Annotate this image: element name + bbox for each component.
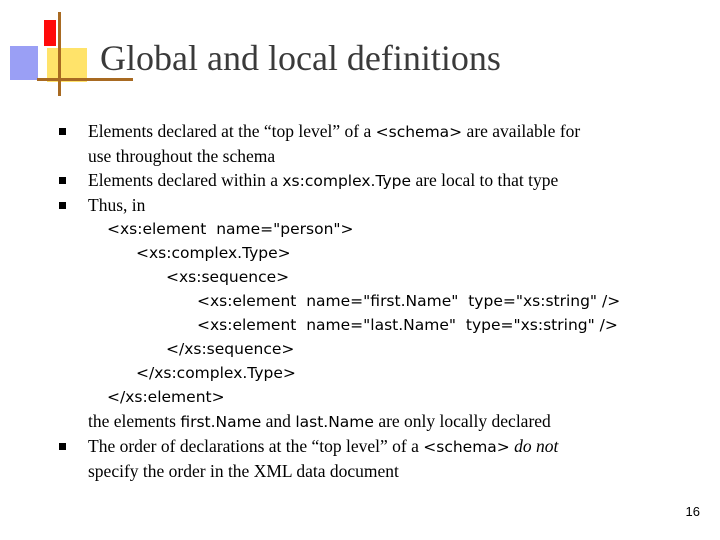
bullet-item: Elements declared at the “top level” of … <box>56 119 696 144</box>
code-inline: last.Name <box>295 413 374 431</box>
code-line: </xs:element> <box>107 388 225 406</box>
decor-blue-square <box>10 46 38 80</box>
bullet-square-icon <box>59 177 66 184</box>
bullet-item: Thus, in <box>56 193 696 217</box>
code-line: <xs:element name="first.Name" type="xs:s… <box>197 292 621 310</box>
bullet-text: and <box>261 411 296 431</box>
bullet-item: The order of declarations at the “top le… <box>56 434 696 459</box>
bullet-square-icon <box>59 128 66 135</box>
code-line: <xs:element name="person"> <box>107 220 354 238</box>
bullet-text: the elements <box>88 411 181 431</box>
code-line: <xs:element name="last.Name" type="xs:st… <box>197 316 618 334</box>
decor-yellow-square <box>47 48 87 82</box>
decor-red-square <box>44 20 56 46</box>
bullet-square-icon <box>59 202 66 209</box>
bullet-list: Elements declared at the “top level” of … <box>56 119 696 483</box>
bullet-text: are local to that type <box>411 170 559 190</box>
code-inline: <schema> <box>375 123 463 141</box>
code-line: <xs:complex.Type> <box>136 244 291 262</box>
emphasis-text: do not <box>514 436 559 456</box>
bullet-text: The order of declarations at the “top le… <box>88 436 424 456</box>
bullet-item: Elements declared within a xs:complex.Ty… <box>56 168 696 193</box>
bullet-text: Thus, in <box>88 195 146 215</box>
bullet-continuation: use throughout the schema <box>88 146 276 166</box>
code-line: </xs:sequence> <box>166 340 295 358</box>
bullet-square-icon <box>59 443 66 450</box>
bullet-text: are available for <box>462 121 581 141</box>
code-inline: <schema> <box>423 438 510 456</box>
bullet-text: Elements declared within a <box>88 170 283 190</box>
bullet-text: Elements declared at the “top level” of … <box>88 121 376 141</box>
bullet-text: are only locally declared <box>373 411 551 431</box>
conclusion-line: the elements first.Name and last.Name ar… <box>56 409 696 434</box>
page-number: 16 <box>685 504 700 519</box>
bullet-continuation: specify the order in the XML data docume… <box>88 461 399 481</box>
code-inline: xs:complex.Type <box>282 172 412 190</box>
slide-title: Global and local definitions <box>100 38 501 78</box>
code-line: <xs:sequence> <box>166 268 290 286</box>
code-inline: first.Name <box>180 413 262 431</box>
code-line: </xs:complex.Type> <box>136 364 296 382</box>
decor-vertical-line <box>58 12 61 96</box>
